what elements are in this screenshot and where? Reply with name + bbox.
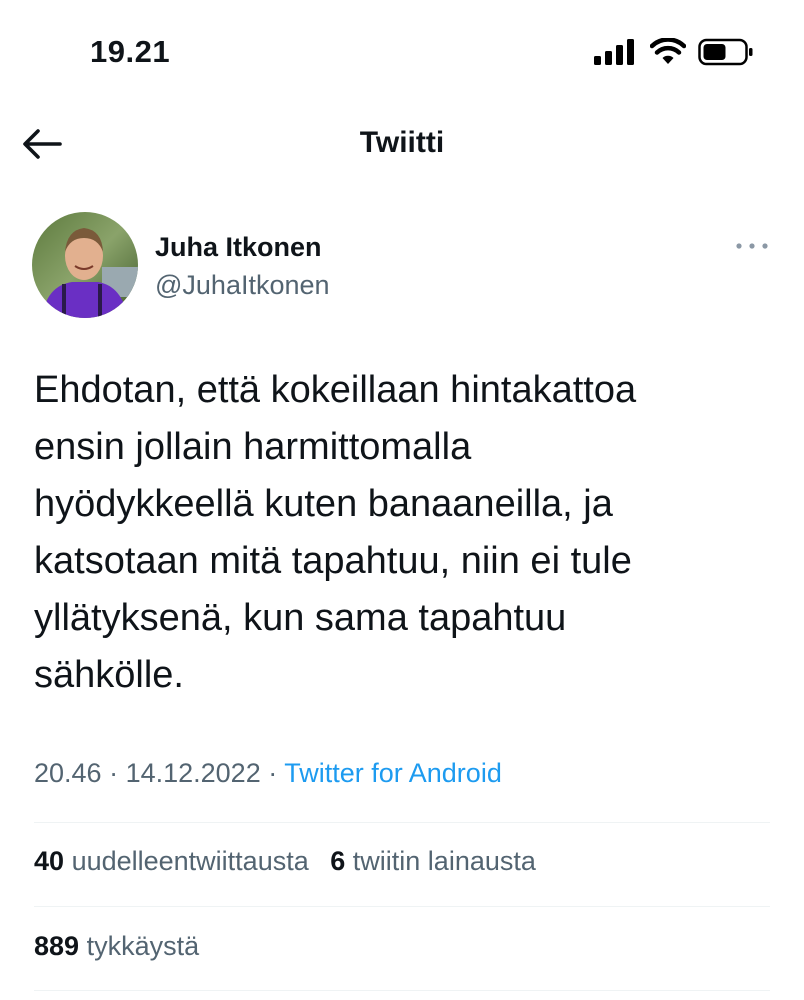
likes-count: 889 bbox=[34, 931, 80, 961]
retweets-label: uudelleentwiittausta bbox=[71, 846, 309, 876]
meta-separator: · bbox=[101, 758, 126, 788]
divider bbox=[34, 822, 770, 823]
status-bar: 19.21 bbox=[0, 0, 804, 100]
status-icons bbox=[594, 38, 754, 66]
tweet-detail-screen: 19.21 Twiitti Juha Itkonen @JuhaItkonen … bbox=[0, 0, 804, 1000]
status-time: 19.21 bbox=[90, 34, 171, 69]
tweet-meta: 20.46 · 14.12.2022 · Twitter for Android bbox=[34, 758, 502, 789]
author-handle[interactable]: @JuhaItkonen bbox=[155, 270, 330, 301]
signal-icon bbox=[594, 39, 634, 65]
divider bbox=[34, 906, 770, 907]
avatar[interactable] bbox=[32, 212, 138, 318]
more-dots-icon bbox=[736, 243, 768, 249]
divider bbox=[34, 990, 770, 991]
likes-row: 889 tykkäystä bbox=[34, 931, 213, 962]
more-options-button[interactable] bbox=[732, 234, 772, 258]
meta-separator: · bbox=[260, 758, 285, 788]
avatar-image bbox=[32, 212, 138, 318]
battery-icon bbox=[698, 38, 753, 66]
tweet-time: 20.46 bbox=[34, 758, 102, 788]
likes-stat[interactable]: 889 tykkäystä bbox=[34, 931, 199, 961]
tweet-date[interactable]: 14.12.2022 bbox=[126, 758, 261, 788]
author-name[interactable]: Juha Itkonen bbox=[155, 232, 322, 263]
page-title: Twiitti bbox=[359, 126, 445, 159]
tweet-author: Juha Itkonen @JuhaItkonen bbox=[32, 210, 772, 325]
quotes-label: twiitin lainausta bbox=[352, 846, 536, 876]
tweet-text: Ehdotan, että kokeillaan hintakattoa ens… bbox=[34, 369, 637, 696]
retweets-stat[interactable]: 40 uudelleentwiittausta bbox=[34, 846, 309, 876]
retweets-count: 40 bbox=[34, 846, 65, 876]
likes-label: tykkäystä bbox=[86, 931, 200, 961]
quotes-count: 6 bbox=[330, 846, 346, 876]
wifi-icon bbox=[650, 38, 686, 64]
quotes-stat[interactable]: 6 twiitin lainausta bbox=[330, 846, 536, 876]
engagement-stats: 40 uudelleentwiittausta 6 twiitin lainau… bbox=[34, 846, 550, 877]
tweet-source-link[interactable]: Twitter for Android bbox=[284, 758, 502, 788]
top-navigation: Twiitti bbox=[0, 100, 804, 190]
